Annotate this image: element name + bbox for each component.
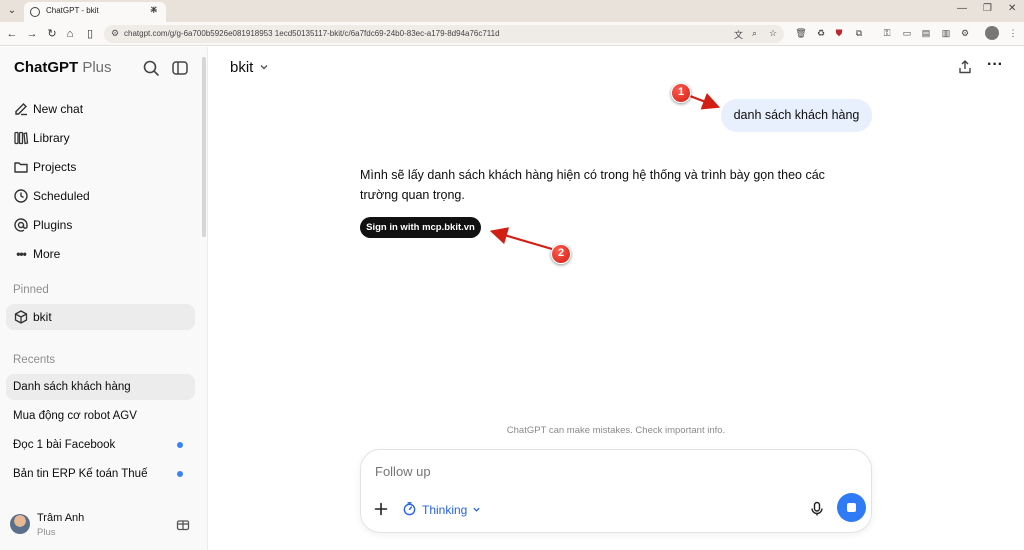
avatar: [10, 514, 30, 534]
library-icon: [14, 131, 29, 145]
sidebar-scrollbar[interactable]: [202, 57, 206, 237]
at-icon: [14, 218, 28, 232]
unread-dot: [177, 442, 183, 448]
sidebar-item-scheduled[interactable]: Scheduled: [6, 183, 195, 209]
translate-icon[interactable]: 文: [734, 28, 743, 41]
thinking-label: Thinking: [422, 503, 468, 517]
tab-title: ChatGPT - bkit: [46, 6, 99, 15]
composer: Thinking: [360, 449, 872, 533]
chevron-down-icon[interactable]: [259, 62, 269, 72]
recents-header: Recents: [13, 354, 56, 366]
site-info-icon[interactable]: ⚙: [111, 28, 119, 39]
extensions-puzzle-icon[interactable]: ⧉: [852, 26, 866, 40]
model-title[interactable]: bkit: [230, 59, 253, 76]
sidebar-item-more[interactable]: ••• More: [6, 241, 195, 267]
browser-tab[interactable]: ChatGPT - bkit ✕: [24, 2, 166, 22]
stopwatch-icon: [403, 502, 416, 516]
sidebar-item-label: Scheduled: [33, 189, 90, 203]
recent-chat-item[interactable]: Bản tin ERP Kế toán Thuế: [6, 461, 195, 487]
sidebar-item-projects[interactable]: Projects: [6, 154, 195, 180]
brand-name: ChatGPT: [14, 59, 79, 76]
user-profile[interactable]: Trâm Anh Plus: [0, 505, 207, 550]
annotation-badge-1: 1: [671, 83, 691, 103]
reload-icon[interactable]: ↻: [44, 26, 60, 42]
browser-menu-icon[interactable]: ⋮: [1006, 26, 1020, 40]
extension-shield-icon[interactable]: ⛊: [832, 26, 846, 40]
sidebar-item-library[interactable]: Library: [6, 125, 195, 151]
search-icon[interactable]: [142, 59, 160, 77]
sidebar-item-label: New chat: [33, 102, 84, 116]
sidebar-item-label: Projects: [33, 160, 77, 174]
share-icon[interactable]: [957, 59, 973, 75]
profile-avatar-icon[interactable]: [985, 26, 999, 40]
sidebar-item-new-chat[interactable]: New chat: [6, 96, 195, 122]
pinned-item-bkit[interactable]: bkit: [6, 304, 195, 330]
disclaimer-text: ChatGPT can make mistakes. Check importa…: [506, 425, 726, 436]
zoom-icon[interactable]: ⌕: [752, 28, 757, 39]
user-plan: Plus: [37, 527, 56, 538]
sidebar-item-label: Plugins: [33, 218, 73, 232]
microphone-icon[interactable]: [809, 501, 825, 517]
forward-icon[interactable]: →: [24, 26, 40, 42]
unread-dot: [177, 471, 183, 477]
recent-chat-label: Danh sách khách hàng: [13, 381, 131, 393]
pinned-header: Pinned: [13, 284, 49, 296]
new-tab-icon[interactable]: +: [150, 3, 158, 17]
extension-recycle-icon[interactable]: ♻: [814, 26, 828, 40]
restore-icon[interactable]: ❐: [983, 3, 992, 14]
reading-list-icon[interactable]: ▤: [919, 26, 933, 40]
bookmark-star-icon[interactable]: ☆: [769, 28, 777, 39]
more-dots-icon: •••: [16, 247, 27, 261]
edit-icon: [15, 103, 27, 116]
password-key-icon[interactable]: ⚿: [880, 26, 894, 40]
recent-chat-label: Mua động cơ robot AGV: [13, 410, 137, 422]
cube-icon: [14, 310, 28, 324]
address-bar[interactable]: ⚙ chatgpt.com/g/g-6a700b5926e081918953 1…: [104, 25, 784, 43]
sidebar-item-label: Library: [33, 131, 70, 145]
annotation-badge-2: 2: [551, 244, 571, 264]
recent-chat-item[interactable]: Đọc 1 bài Facebook: [6, 432, 195, 458]
minimize-icon[interactable]: —: [957, 3, 967, 14]
recent-chat-item[interactable]: Danh sách khách hàng: [6, 374, 195, 400]
browser-toolbar: ← → ↻ ⌂ ▯ ⚙ chatgpt.com/g/g-6a700b5926e0…: [0, 22, 1024, 46]
tab-search-icon[interactable]: ⌄: [4, 3, 20, 19]
toggle-sidebar-icon[interactable]: [171, 59, 189, 77]
brand-title[interactable]: ChatGPT Plus: [14, 59, 112, 76]
user-message-bubble: danh sách khách hàng: [721, 99, 872, 132]
card-icon[interactable]: ▭: [900, 26, 914, 40]
home-icon[interactable]: ⌂: [62, 26, 78, 42]
sign-in-button[interactable]: Sign in with mcp.bkit.vn: [360, 217, 481, 238]
recent-chat-label: Đọc 1 bài Facebook: [13, 439, 116, 451]
window-close-icon[interactable]: ✕: [1008, 3, 1016, 14]
more-options-icon[interactable]: ···: [987, 57, 1003, 75]
chevron-down-icon: [473, 507, 480, 512]
back-icon[interactable]: ←: [4, 26, 20, 42]
brand-plan: Plus: [82, 59, 112, 76]
chatgpt-favicon-icon: [30, 7, 40, 17]
user-name: Trâm Anh: [37, 512, 85, 524]
folder-icon: [14, 162, 28, 173]
url-text: chatgpt.com/g/g-6a700b5926e081918953 1ec…: [124, 29, 500, 38]
recent-chat-label: Bản tin ERP Kế toán Thuế: [13, 468, 148, 480]
stop-generating-button[interactable]: [837, 493, 866, 522]
stop-icon: [847, 503, 856, 512]
gift-icon[interactable]: [175, 516, 191, 532]
recent-chat-item[interactable]: Mua động cơ robot AGV: [6, 403, 195, 429]
message-input[interactable]: [375, 464, 775, 479]
pinned-item-label: bkit: [33, 310, 52, 324]
assistant-message: Mình sẽ lấy danh sách khách hàng hiện có…: [360, 168, 825, 202]
clock-icon: [14, 189, 28, 203]
browser-tab-strip: ⌄ ChatGPT - bkit ✕ + — ❐ ✕: [0, 0, 1024, 22]
chat-main: bkit ··· danh sách khách hàng Mình sẽ lấ…: [208, 47, 1024, 550]
sidebar-item-label: More: [33, 247, 61, 261]
add-attachment-icon[interactable]: [373, 501, 389, 517]
sidebar: ChatGPT Plus New chat Library Projects S…: [0, 47, 208, 550]
sidebar-item-plugins[interactable]: Plugins: [6, 212, 195, 238]
sidebar-panel-icon[interactable]: ▥: [939, 26, 953, 40]
devtools-icon[interactable]: ⚙: [958, 26, 972, 40]
split-view-icon[interactable]: ▯: [82, 26, 98, 42]
extension-trash-icon[interactable]: 🗑: [794, 26, 808, 40]
